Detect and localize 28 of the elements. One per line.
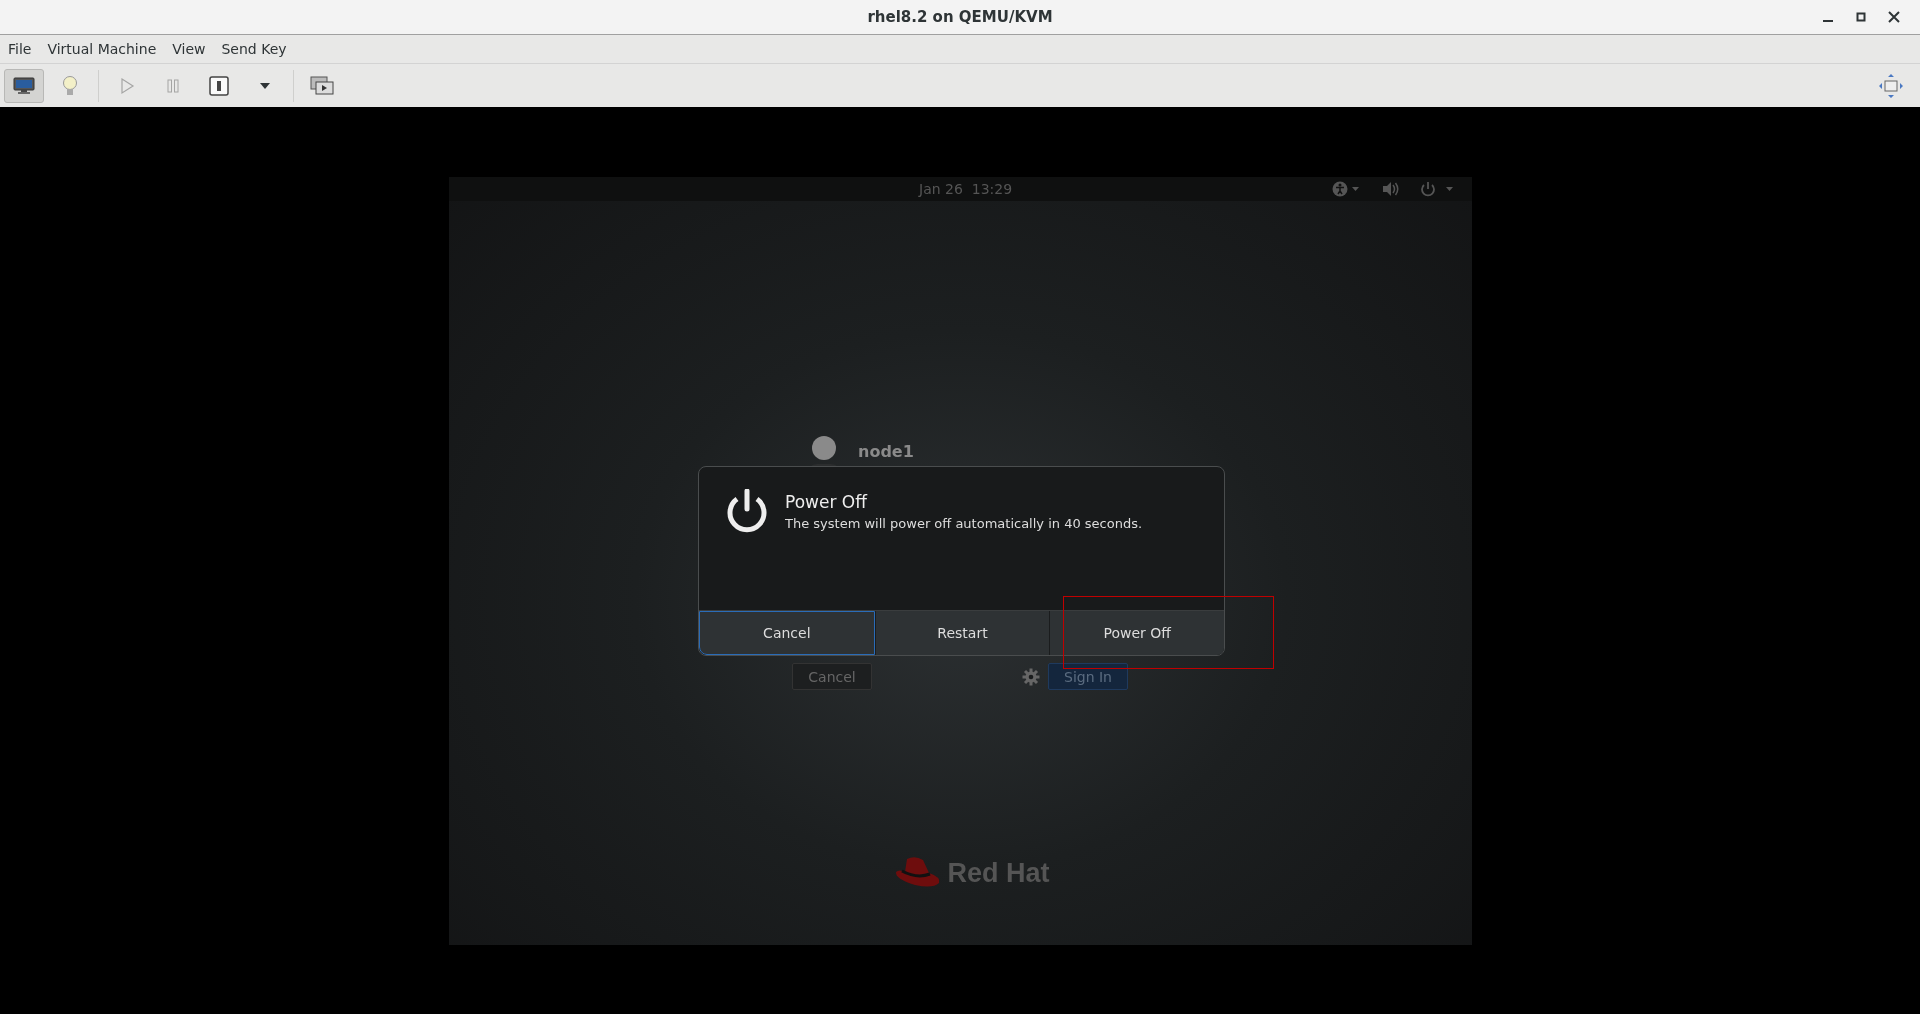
monitor-button[interactable]	[4, 68, 44, 103]
play-icon	[119, 76, 135, 95]
fullscreen-icon[interactable]	[1878, 72, 1904, 99]
power-menu-icon[interactable]	[1420, 181, 1456, 197]
dialog-title: Power Off	[785, 492, 869, 512]
pause-icon	[165, 77, 181, 94]
logo-text: Red Hat	[947, 857, 1050, 889]
dialog-button[interactable]: Power Off	[1049, 611, 1224, 655]
accessibility-icon[interactable]	[1332, 181, 1362, 197]
screens-icon	[310, 75, 334, 96]
menu-item[interactable]: Send Key	[221, 41, 296, 57]
user-name: node1	[858, 442, 914, 461]
dialog-button[interactable]: Cancel	[699, 611, 875, 655]
close-icon[interactable]	[1888, 11, 1900, 23]
volume-icon[interactable]	[1382, 181, 1400, 197]
caret-icon	[259, 81, 271, 90]
window-title: rhel8.2 on QEMU/KVM	[867, 8, 1053, 26]
menu-item[interactable]: View	[172, 41, 215, 57]
dialog-message: The system will power off automatically in 40 seconds.	[785, 516, 1143, 531]
settings-icon[interactable]	[1022, 667, 1040, 686]
power-icon	[725, 489, 769, 535]
shutdown-icon	[209, 75, 229, 96]
dialog-button[interactable]: Restart	[874, 611, 1050, 655]
monitor-icon	[13, 76, 35, 95]
menu-item[interactable]: Virtual Machine	[47, 41, 166, 57]
bulb-icon	[62, 74, 78, 97]
maximize-icon[interactable]	[1856, 12, 1866, 22]
menu-item[interactable]: File	[8, 41, 41, 57]
